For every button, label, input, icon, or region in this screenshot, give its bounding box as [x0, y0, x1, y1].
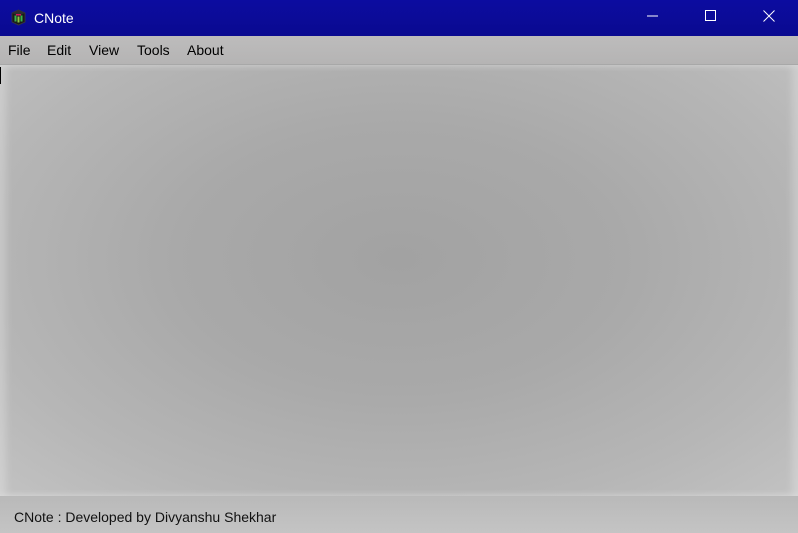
- menu-edit[interactable]: Edit: [47, 36, 71, 64]
- cnote-app-icon: [10, 9, 27, 26]
- close-button[interactable]: [740, 0, 798, 36]
- cnote-window: CNote File Edit View Tools About CNote:…: [0, 0, 798, 533]
- title-bar[interactable]: CNote: [0, 0, 798, 36]
- minimize-icon: [647, 9, 659, 27]
- text-editor-area[interactable]: [0, 65, 798, 496]
- maximize-button[interactable]: [682, 0, 740, 36]
- status-bar: CNote : Developed by Divyanshu Shekhar: [0, 496, 798, 533]
- status-text: CNote : Developed by Divyanshu Shekhar: [14, 509, 277, 525]
- close-icon: [763, 9, 775, 27]
- menu-bar: File Edit View Tools About: [0, 36, 798, 65]
- menu-about[interactable]: About: [187, 36, 224, 64]
- menu-tools[interactable]: Tools: [137, 36, 170, 64]
- text-caret: [0, 67, 1, 84]
- maximize-icon: [705, 9, 717, 27]
- menu-view[interactable]: View: [89, 36, 119, 64]
- minimize-button[interactable]: [624, 0, 682, 36]
- window-title: CNote: [34, 10, 74, 26]
- menu-file[interactable]: File: [8, 36, 31, 64]
